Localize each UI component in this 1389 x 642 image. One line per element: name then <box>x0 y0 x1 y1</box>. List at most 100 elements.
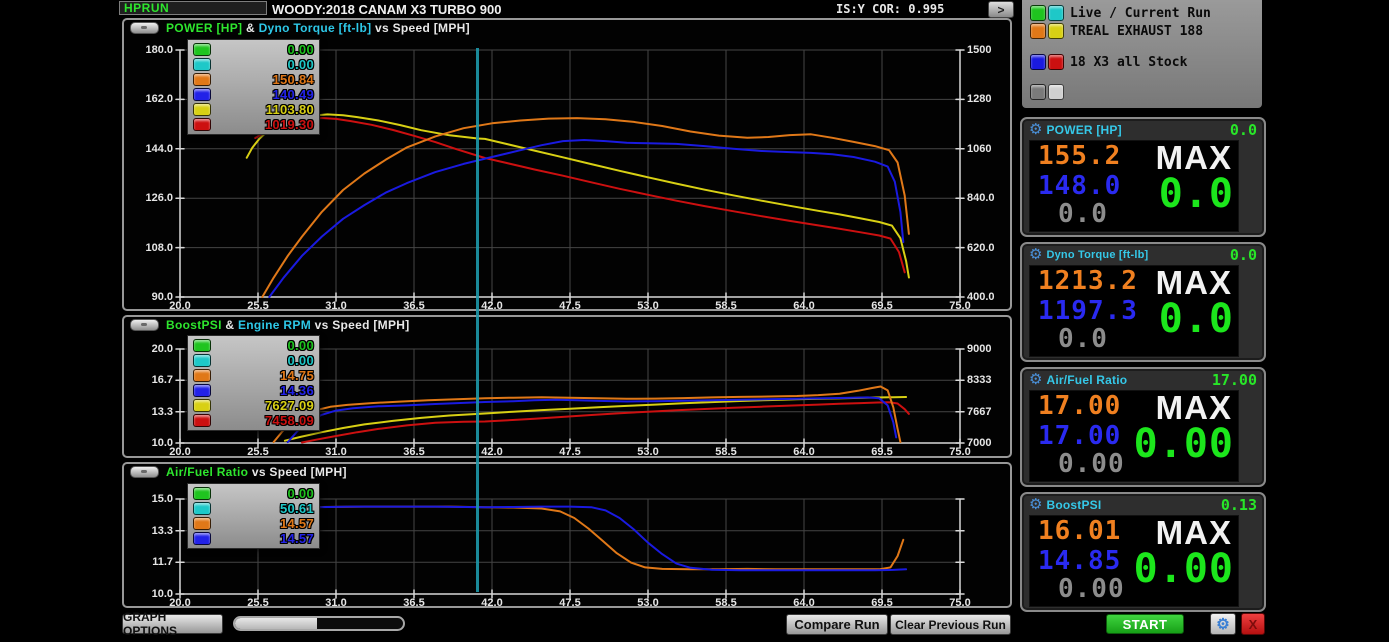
y-right-tick-label: 1500 <box>967 44 1027 56</box>
compare-run-button[interactable]: Compare Run <box>786 614 888 635</box>
run-color-swatch <box>1048 54 1064 70</box>
chart-power-torque: POWER [HP] & Dyno Torque [ft-lb] vs Spee… <box>122 18 1012 311</box>
chart-title-part: & <box>222 318 238 332</box>
settings-gear-button[interactable]: ⚙ <box>1210 613 1236 635</box>
x-tick-label: 75.0 <box>930 597 990 609</box>
clear-previous-run-button[interactable]: Clear Previous Run <box>890 614 1011 635</box>
run-legend-label: 18 X3 all Stock <box>1070 55 1187 70</box>
gauge-header-value: 0.0 <box>1230 246 1257 264</box>
gauge-header-value: 0.0 <box>1230 121 1257 139</box>
y-left-tick-label: 180.0 <box>113 44 173 56</box>
legend-value: 0.00 <box>216 57 314 72</box>
close-button[interactable]: X <box>1241 613 1265 635</box>
run-legend-label: Live / Current Run <box>1070 6 1211 21</box>
x-tick-label: 64.0 <box>774 597 834 609</box>
x-tick-label: 36.5 <box>384 597 444 609</box>
x-tick-label: 20.0 <box>150 446 210 458</box>
legend-swatch <box>193 502 211 515</box>
cursor-line[interactable] <box>476 48 479 592</box>
legend-value: 7458.09 <box>216 413 314 428</box>
x-tick-label: 75.0 <box>930 446 990 458</box>
gauge-header: ⚙BoostPSI0.13 <box>1026 496 1260 514</box>
legend-row: 0.00 <box>188 486 319 501</box>
run-color-swatch <box>1030 23 1046 39</box>
legend-value: 7627.09 <box>216 398 314 413</box>
gauge-max-value: 0.00 <box>1134 546 1234 592</box>
legend-row: 0.00 <box>188 353 319 368</box>
legend-swatch <box>193 532 211 545</box>
run-legend-row[interactable] <box>1030 84 1070 100</box>
chart-title: POWER [HP] & Dyno Torque [ft-lb] vs Spee… <box>166 21 470 35</box>
run-legend-row[interactable]: Live / Current Run <box>1030 5 1211 21</box>
x-tick-label: 25.5 <box>228 597 288 609</box>
gauge-header-value: 0.13 <box>1221 496 1257 514</box>
x-tick-label: 69.5 <box>852 446 912 458</box>
legend-swatch <box>193 384 211 397</box>
y-right-tick-label: 7667 <box>967 406 1027 418</box>
gauge-run1-value: 17.00 <box>1038 391 1121 421</box>
gear-icon[interactable]: ⚙ <box>1029 498 1042 512</box>
run-mode-label: HPRUN <box>124 1 169 15</box>
x-tick-label: 36.5 <box>384 446 444 458</box>
legend-swatch <box>193 354 211 367</box>
legend-row: 14.57 <box>188 531 319 546</box>
start-button[interactable]: START <box>1106 614 1184 634</box>
vehicle-title: WOODY:2018 CANAM X3 TURBO 900 <box>272 2 501 17</box>
gear-icon[interactable]: ⚙ <box>1029 248 1042 262</box>
chart-header: BoostPSI & Engine RPM vs Speed [MPH] <box>124 317 1010 333</box>
chart-collapse-button[interactable] <box>130 466 159 478</box>
run-progress-bar[interactable] <box>233 616 405 631</box>
legend-swatch <box>193 103 211 116</box>
gauge-live-value: 0.0 <box>1058 324 1108 354</box>
x-tick-label: 69.5 <box>852 300 912 312</box>
chart-collapse-button[interactable] <box>130 22 159 34</box>
gauge-run1-value: 155.2 <box>1038 141 1121 171</box>
legend-row: 150.84 <box>188 72 319 87</box>
y-right-tick-label: 1280 <box>967 93 1027 105</box>
legend-swatch <box>193 414 211 427</box>
legend-row: 50.61 <box>188 501 319 516</box>
gauge-body: 155.2148.00.0MAX0.0 <box>1029 140 1239 232</box>
x-tick-label: 42.0 <box>462 597 522 609</box>
legend-value: 0.00 <box>216 353 314 368</box>
expand-button[interactable]: > <box>988 1 1014 18</box>
x-tick-label: 20.0 <box>150 597 210 609</box>
x-tick-label: 58.5 <box>696 446 756 458</box>
run-legend-row[interactable]: TREAL EXHAUST 188 <box>1030 23 1203 39</box>
legend-swatch <box>193 43 211 56</box>
x-tick-label: 25.5 <box>228 446 288 458</box>
gauge-body: 1213.21197.30.0MAX0.0 <box>1029 265 1239 357</box>
run-legend-label: TREAL EXHAUST 188 <box>1070 24 1203 39</box>
gear-icon[interactable]: ⚙ <box>1029 373 1042 387</box>
legend-swatch <box>193 118 211 131</box>
legend-swatch <box>193 88 211 101</box>
legend-value: 140.49 <box>216 87 314 102</box>
series-afr-stock <box>265 507 906 571</box>
run-progress-fill <box>235 618 317 629</box>
legend-value: 0.00 <box>216 338 314 353</box>
chart-header: Air/Fuel Ratio vs Speed [MPH] <box>124 464 1010 480</box>
x-tick-label: 31.0 <box>306 597 366 609</box>
y-right-tick-label: 620.0 <box>967 242 1027 254</box>
x-tick-label: 64.0 <box>774 446 834 458</box>
legend-swatch <box>193 487 211 500</box>
chart-title-part: vs Speed [MPH] <box>371 21 470 35</box>
run-mode-box[interactable]: HPRUN <box>119 1 267 15</box>
legend-value: 14.57 <box>216 516 314 531</box>
y-left-tick-label: 20.0 <box>113 343 173 355</box>
legend-value: 14.75 <box>216 368 314 383</box>
run-legend-row[interactable]: 18 X3 all Stock <box>1030 54 1187 70</box>
x-tick-label: 75.0 <box>930 300 990 312</box>
graph-options-button[interactable]: GRAPH OPTIONS <box>122 614 223 634</box>
chart-title-part: & <box>242 21 258 35</box>
chart-afr: Air/Fuel Ratio vs Speed [MPH] 15.013.311… <box>122 462 1012 608</box>
legend-value: 0.00 <box>216 42 314 57</box>
run-legend-panel: Live / Current Run TREAL EXHAUST 188 18 X3… <box>1022 0 1262 108</box>
y-left-tick-label: 162.0 <box>113 93 173 105</box>
chart-collapse-button[interactable] <box>130 319 159 331</box>
legend-swatch <box>193 58 211 71</box>
legend-row: 0.00 <box>188 338 319 353</box>
gear-icon[interactable]: ⚙ <box>1029 123 1042 137</box>
series-rpm-stock <box>302 402 909 442</box>
gauge-panel-boostpsi: ⚙BoostPSI0.1316.0114.850.00MAX0.00 <box>1020 492 1266 612</box>
